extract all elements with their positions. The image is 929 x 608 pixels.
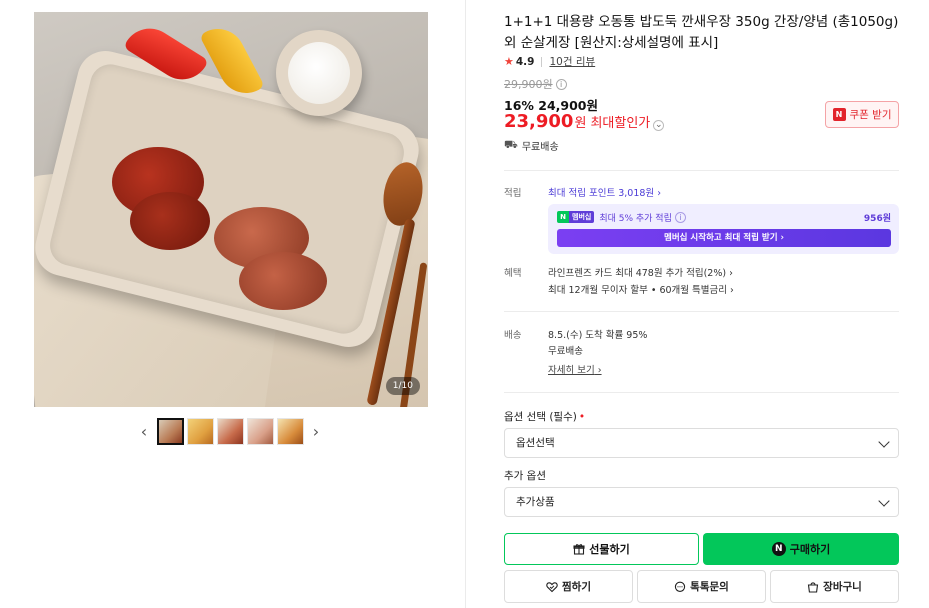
rating-value: 4.9: [515, 55, 535, 68]
thumbnail[interactable]: [187, 418, 214, 445]
extra-option-select[interactable]: 추가상품: [504, 487, 899, 517]
info-icon[interactable]: i: [674, 211, 686, 223]
rating-row: ★ 4.9 10건 리뷰: [504, 54, 595, 69]
talk-inquiry-button[interactable]: 톡톡문의: [637, 570, 766, 603]
gift-button[interactable]: 선물하기: [504, 533, 699, 565]
delivery-detail-link[interactable]: 자세히 보기 ›: [548, 362, 602, 376]
review-link[interactable]: 10건 리뷰: [549, 54, 595, 69]
main-product-image[interactable]: 1/10: [34, 12, 428, 407]
extra-option-label: 추가 옵션: [504, 470, 546, 482]
chevron-left-icon[interactable]: ‹: [134, 422, 154, 442]
cart-button[interactable]: 장바구니: [770, 570, 899, 603]
coupon-button[interactable]: N 쿠폰 받기: [825, 101, 899, 128]
thumbnail[interactable]: [217, 418, 244, 445]
max-points-link[interactable]: 최대 적립 포인트 3,018원 ›: [548, 185, 661, 199]
delivery-fee: 무료배송: [548, 346, 583, 357]
shipping-info: ⛟ 무료배송: [504, 138, 559, 153]
delivery-label: 배송: [504, 330, 522, 341]
benefits-label: 혜택: [504, 268, 522, 279]
original-price: 29,900원 i: [504, 76, 567, 92]
shopping-bag-icon: [807, 581, 819, 593]
arrival-estimate: 8.5.(수) 도착 확률 95%: [548, 330, 648, 341]
max-discount-price: 23,900 원 최대할인가 ⌄: [504, 111, 665, 132]
chat-bubble-icon: [674, 581, 686, 593]
truck-icon: ⛟: [504, 138, 518, 151]
card-benefit-link[interactable]: 라인프렌즈 카드 최대 478원 추가 적립(2%) ›: [548, 265, 733, 279]
chevron-down-icon: [878, 495, 890, 507]
naver-pay-icon: N: [771, 542, 786, 556]
coupon-icon: N: [832, 108, 846, 121]
info-icon[interactable]: i: [555, 78, 567, 90]
star-icon: ★: [504, 55, 514, 68]
wishlist-button[interactable]: 찜하기: [504, 570, 633, 603]
chevron-right-icon[interactable]: ›: [306, 422, 326, 442]
product-gallery: 1/10 ‹ ›: [0, 0, 466, 608]
chevron-down-icon: [878, 436, 890, 448]
membership-box: N 멤버십 최대 5% 추가 적립 i 956원 멤버십 시작하고 최대 적립 …: [548, 204, 899, 254]
points-label: 적립: [504, 188, 522, 199]
product-page: 1/10 ‹ › 1+1+1 대용량 오동통 밥도둑 깐새우장 350g 간장/…: [0, 0, 929, 608]
installment-benefit-link[interactable]: 최대 12개월 무이자 할부 • 60개월 특별금리 ›: [548, 282, 734, 296]
membership-cta-button[interactable]: 멤버십 시작하고 최대 적립 받기 ›: [557, 229, 891, 247]
thumbnail[interactable]: [157, 418, 184, 445]
thumbnail[interactable]: [247, 418, 274, 445]
gift-icon: [573, 543, 585, 555]
thumbnail[interactable]: [277, 418, 304, 445]
chevron-down-icon[interactable]: ⌄: [653, 120, 665, 131]
required-option-select[interactable]: 옵션선택: [504, 428, 899, 458]
naver-plus-badge: N 멤버십: [557, 211, 595, 223]
heart-icon: [546, 581, 558, 593]
buy-button[interactable]: N 구매하기: [703, 533, 899, 565]
required-option-label: 옵션 선택 (필수) •: [504, 411, 586, 423]
thumbnail-strip: ‹ ›: [0, 417, 466, 447]
product-title: 1+1+1 대용량 오동통 밥도둑 깐새우장 350g 간장/양념 (총1050…: [504, 14, 899, 51]
image-counter: 1/10: [385, 377, 420, 395]
